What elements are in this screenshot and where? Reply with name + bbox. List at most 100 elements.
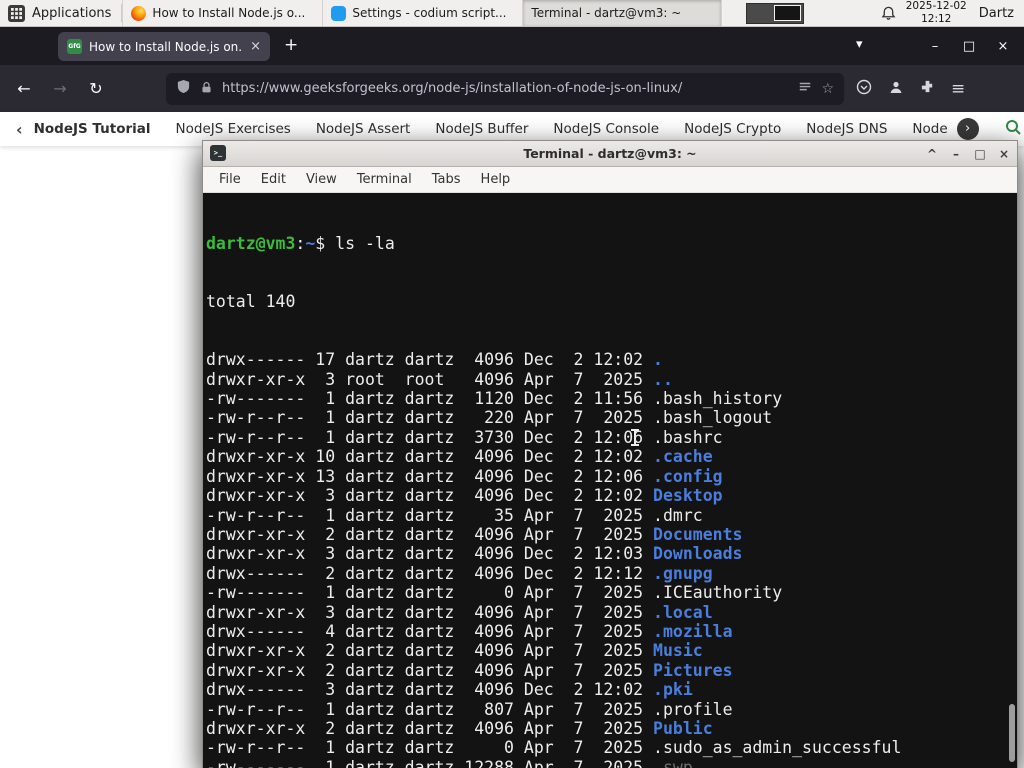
ls-row: drwx------ 17 dartz dartz 4096 Dec 2 12:… [206,350,663,370]
terminal-window: >_ Terminal - dartz@vm3: ~ ^ – □ × File … [202,140,1018,768]
ls-row: -rw-r--r-- 1 dartz dartz 35 Apr 7 2025 .… [206,505,703,525]
firefox-nav-toolbar: ← → ↻ https://www.geeksforgeeks.org/node… [0,65,1024,112]
url-bar[interactable]: https://www.geeksforgeeks.org/node-js/in… [166,72,844,105]
task-button-codium[interactable]: Settings - codium script... [322,0,522,26]
maximize-button[interactable]: □ [973,147,987,161]
close-button[interactable]: × [992,39,1014,54]
menu-file[interactable]: File [209,172,251,187]
search-icon[interactable] [1004,118,1022,140]
terminal-output: drwx------ 17 dartz dartz 4096 Dec 2 12:… [206,350,1017,768]
terminal-window-icon: >_ [210,145,226,161]
clock-date: 2025-12-02 [905,0,967,13]
prompt-path: ~ [305,233,316,253]
terminal-title-bar[interactable]: >_ Terminal - dartz@vm3: ~ ^ – □ × [203,141,1017,167]
total-line: total 140 [206,292,296,312]
reload-button[interactable]: ↻ [88,79,104,98]
firefox-icon [131,5,147,21]
ls-row: drwxr-xr-x 3 dartz dartz 4096 Apr 7 2025… [206,602,713,622]
ls-row: drwx------ 4 dartz dartz 4096 Apr 7 2025… [206,621,733,641]
ls-row: -rw------- 1 dartz dartz 1120 Dec 2 11:5… [206,389,783,409]
maximize-button[interactable]: □ [958,39,980,54]
ls-row: -rw-r--r-- 1 dartz dartz 0 Apr 7 2025 .s… [206,738,902,758]
ls-row: -rw------- 1 dartz dartz 12288 Apr 7 202… [206,757,693,768]
ls-row: drwxr-xr-x 2 dartz dartz 4096 Apr 7 2025… [206,641,703,661]
tracking-shield-icon[interactable] [176,79,191,98]
ls-row: drwx------ 2 dartz dartz 4096 Dec 2 12:1… [206,563,713,583]
task-button-terminal[interactable]: >_ Terminal - dartz@vm3: ~ [202,0,1018,768]
ls-row: drwxr-xr-x 2 dartz dartz 4096 Apr 7 2025… [206,718,713,738]
applications-menu-button[interactable]: Applications [0,0,121,26]
close-button[interactable]: × [997,147,1011,161]
nav-link-buffer[interactable]: NodeJS Buffer [435,121,528,137]
prompt-user: dartz@vm3 [206,233,296,253]
url-text[interactable]: https://www.geeksforgeeks.org/node-js/in… [222,81,789,96]
bookmark-star-icon[interactable]: ☆ [821,81,834,97]
nav-link-exercises[interactable]: NodeJS Exercises [176,121,291,137]
forward-button[interactable]: → [52,79,68,98]
terminal-content[interactable]: dartz@vm3:~$ ls -la total 140 drwx------… [203,193,1017,768]
gfg-favicon: GfG [67,39,82,54]
ls-row: drwxr-xr-x 3 dartz dartz 4096 Dec 2 12:0… [206,544,743,564]
lock-icon[interactable] [200,79,213,98]
ls-row: drwxr-xr-x 2 dartz dartz 4096 Apr 7 2025… [206,524,743,544]
nav-scroll-left-icon[interactable]: ‹ [16,120,23,139]
panel-username[interactable]: Dartz [979,6,1014,21]
ls-row: drwx------ 3 dartz dartz 4096 Dec 2 12:0… [206,680,693,700]
terminal-title: Terminal - dartz@vm3: ~ [523,146,697,161]
reader-mode-icon[interactable] [798,79,812,98]
ls-row: drwxr-xr-x 3 dartz dartz 4096 Dec 2 12:0… [206,486,723,506]
clock-time: 12:12 [921,13,952,25]
xfce-panel: Applications How to Install Node.js o...… [0,0,1024,768]
nav-link-truncated[interactable]: Node [912,121,947,137]
applications-label: Applications [32,5,112,21]
firefox-window-controls: – □ × [914,27,1024,65]
nav-link-assert[interactable]: NodeJS Assert [316,121,411,137]
task-label: How to Install Node.js o... [152,6,306,20]
terminal-menu-bar: File Edit View Terminal Tabs Help [203,167,1017,193]
shade-button[interactable]: ^ [925,147,939,161]
task-label: Settings - codium script... [352,6,507,20]
menu-help[interactable]: Help [471,172,521,187]
minimize-button[interactable]: – [949,147,963,161]
account-icon[interactable] [888,79,904,99]
pocket-icon[interactable] [856,79,872,99]
prompt-line: dartz@vm3:~$ ls -la [206,234,1017,253]
ls-row: drwxr-xr-x 13 dartz dartz 4096 Dec 2 12:… [206,466,723,486]
ls-row: -rw-r--r-- 1 dartz dartz 3730 Dec 2 12:0… [206,427,723,447]
terminal-scrollbar[interactable] [1009,704,1015,762]
prompt-colon: : [295,233,306,253]
new-tab-button[interactable]: + [284,35,298,55]
hamburger-menu-icon[interactable]: ≡ [951,79,965,99]
firefox-tab-bar: GfG How to Install Node.js on... × + ▾ –… [0,27,1024,65]
ls-row: drwxr-xr-x 3 root root 4096 Apr 7 2025 .… [206,369,673,389]
menu-tabs[interactable]: Tabs [422,172,471,187]
ls-row: drwxr-xr-x 10 dartz dartz 4096 Dec 2 12:… [206,447,713,467]
nav-link-dns[interactable]: NodeJS DNS [806,121,887,137]
tab-title: How to Install Node.js on... [89,39,244,54]
menu-terminal[interactable]: Terminal [347,172,422,187]
nav-link-tutorial[interactable]: NodeJS Tutorial [34,121,151,137]
extensions-puzzle-icon[interactable] [920,79,935,98]
terminal-window-controls: ^ – □ × [925,141,1011,166]
menu-view[interactable]: View [296,172,347,187]
nav-link-crypto[interactable]: NodeJS Crypto [684,121,781,137]
ls-row: -rw-r--r-- 1 dartz dartz 220 Apr 7 2025 … [206,408,773,428]
nav-scroll-right-icon[interactable]: › [956,118,979,140]
ls-row: drwxr-xr-x 2 dartz dartz 4096 Apr 7 2025… [206,660,733,680]
browser-tab[interactable]: GfG How to Install Node.js on... × [58,32,270,61]
minimize-button[interactable]: – [924,39,946,54]
tab-close-icon[interactable]: × [250,39,261,54]
codium-icon [331,5,347,21]
panel-clock[interactable]: 2025-12-02 12:12 [906,0,967,25]
workspace-switcher[interactable] [746,2,805,24]
task-button-firefox[interactable]: How to Install Node.js o... [122,0,322,26]
toolbar-right-icons: ≡ [856,79,965,99]
prompt-dollar: $ [315,233,336,253]
back-button[interactable]: ← [16,79,32,98]
workspace-window-preview [774,4,802,21]
nav-link-console[interactable]: NodeJS Console [553,121,659,137]
applications-icon [8,4,25,22]
menu-edit[interactable]: Edit [251,172,296,187]
notification-bell-icon[interactable] [881,5,896,21]
list-all-tabs-icon[interactable]: ▾ [856,37,863,52]
